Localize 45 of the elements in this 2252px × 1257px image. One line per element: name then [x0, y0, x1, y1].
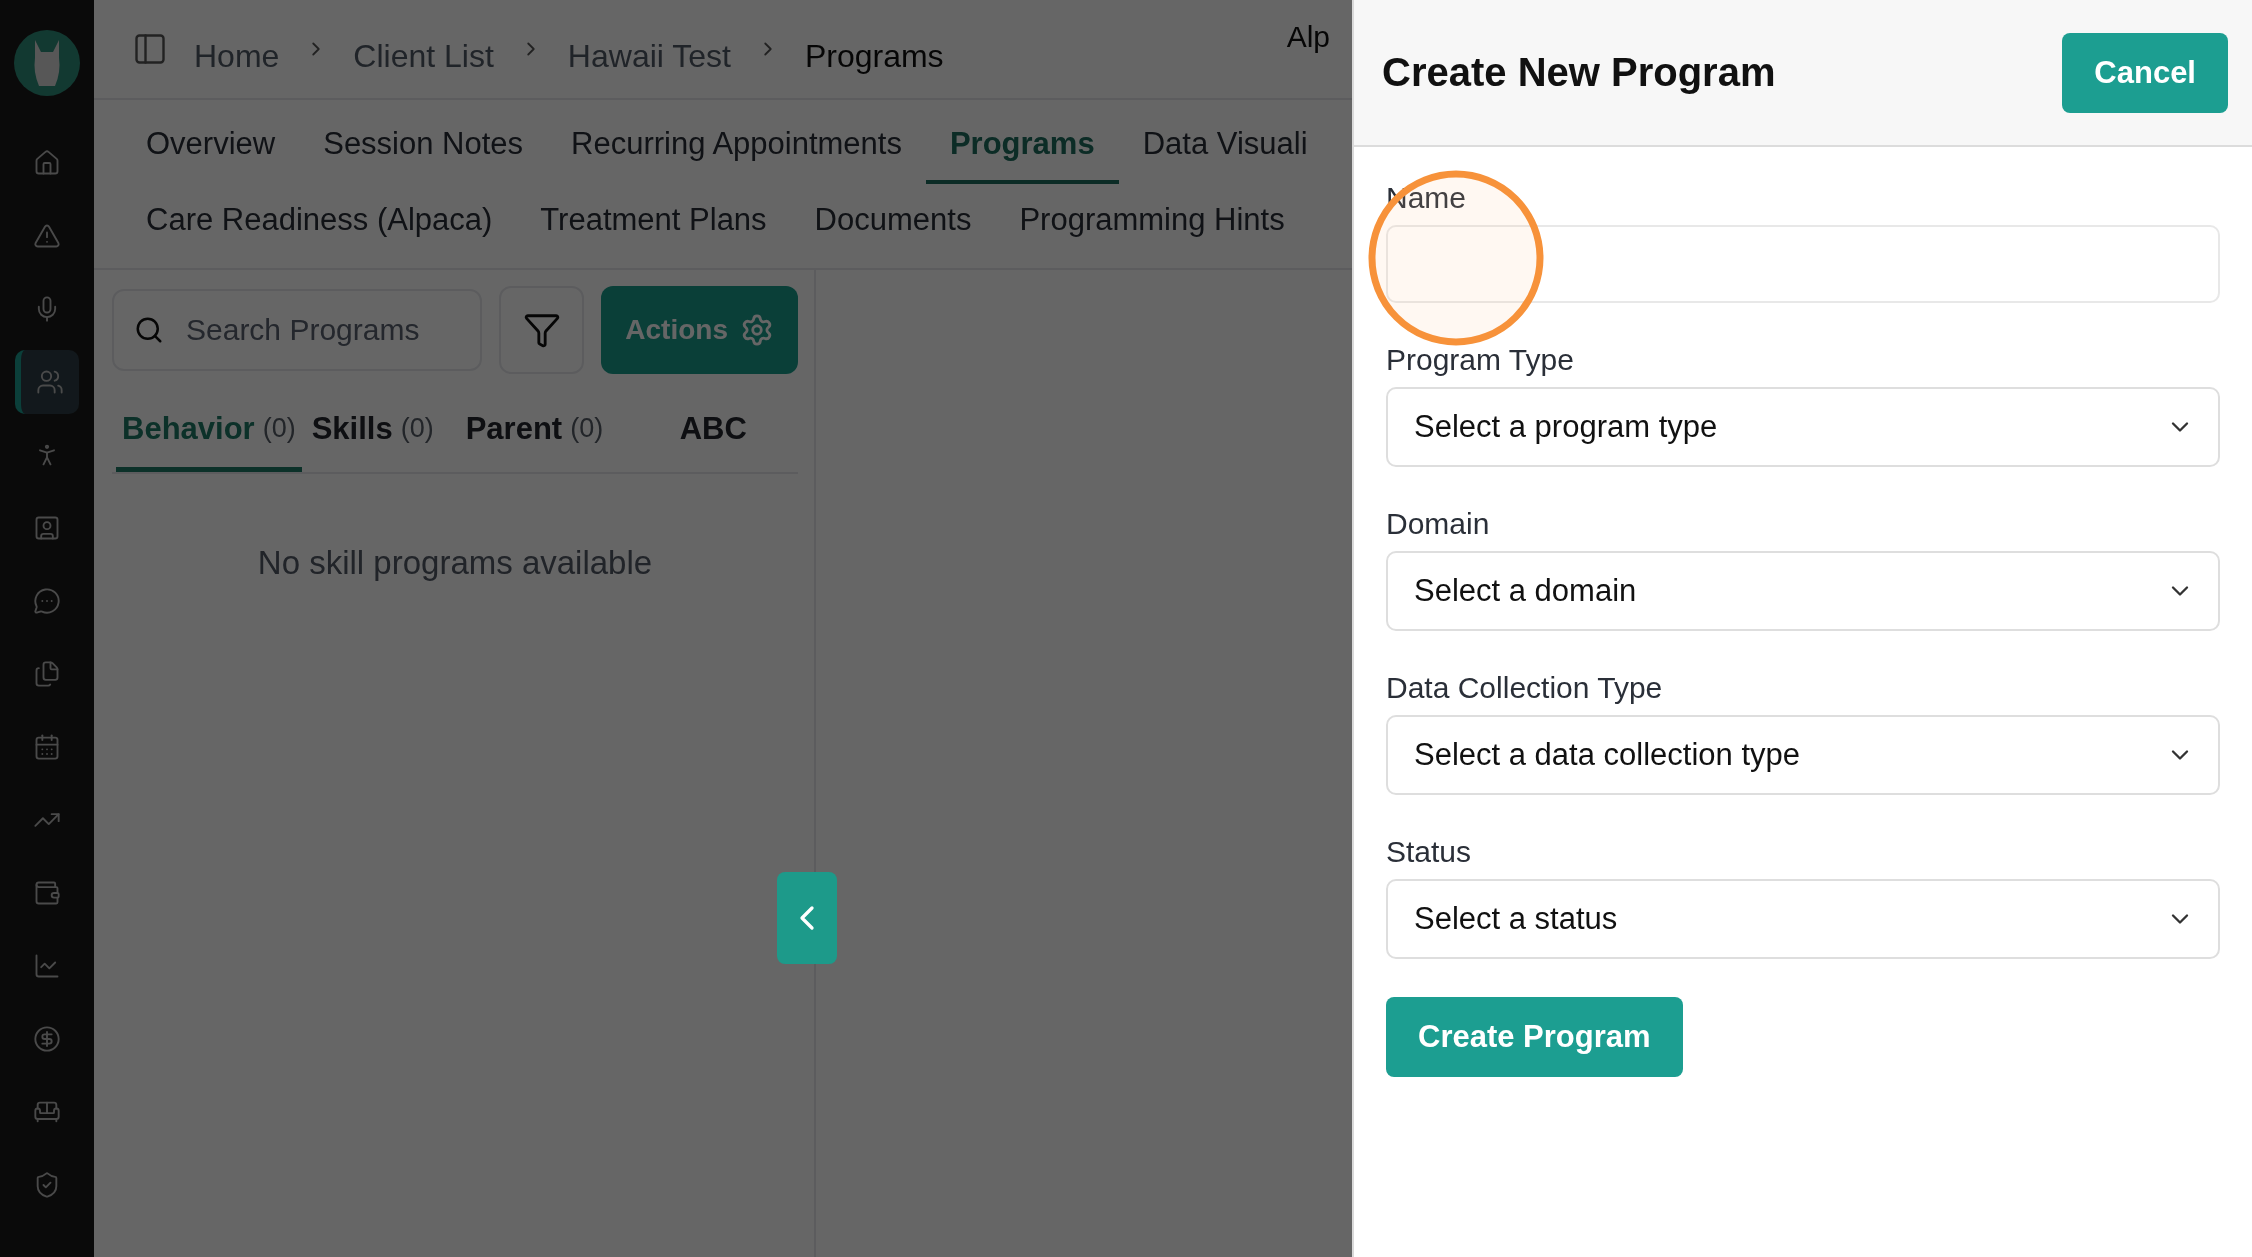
- tab[interactable]: Overview: [122, 108, 300, 184]
- files-icon: [33, 659, 61, 688]
- breadcrumb-link[interactable]: Client List: [353, 37, 494, 75]
- breadcrumb-link[interactable]: Home: [194, 37, 280, 75]
- home-icon: [33, 148, 61, 177]
- sidebar-toggle-icon[interactable]: [132, 31, 168, 67]
- create-program-button[interactable]: Create Program: [1386, 997, 1683, 1077]
- search-field[interactable]: Search Programs: [112, 289, 482, 371]
- tab[interactable]: Treatment Plans: [516, 184, 791, 260]
- program-tab[interactable]: ABC: [673, 390, 753, 472]
- program-tab[interactable]: Behavior (0): [116, 390, 302, 472]
- breadcrumb-link[interactable]: Programs: [804, 37, 944, 75]
- select-field[interactable]: Select a status: [1386, 879, 2220, 959]
- select-field[interactable]: Select a data collection type: [1386, 715, 2220, 795]
- cancel-button[interactable]: Cancel: [2062, 32, 2228, 113]
- calendar-icon: [33, 732, 61, 761]
- drawer-title: Create New Program: [1382, 50, 1776, 95]
- header-text: Alp: [1286, 20, 1330, 54]
- input-field[interactable]: [1386, 225, 2220, 303]
- select-field[interactable]: Select a program type: [1386, 387, 2220, 467]
- filter-button[interactable]: [499, 286, 585, 374]
- tab[interactable]: Recurring Appointments: [547, 108, 926, 184]
- field-label: Data Collection Type: [1386, 671, 1664, 705]
- collapse-button[interactable]: [777, 872, 837, 964]
- tab[interactable]: Session Notes: [299, 108, 548, 184]
- filter-icon: [522, 311, 561, 349]
- select-field[interactable]: Select a domain: [1386, 551, 2220, 631]
- actions-button[interactable]: Actions: [601, 286, 798, 374]
- program-tab[interactable]: Skills (0): [305, 390, 456, 472]
- tab[interactable]: Care Readiness (Alpaca): [122, 184, 517, 260]
- tab[interactable]: Programming Hints: [995, 184, 1309, 260]
- chat-icon: [33, 586, 61, 615]
- program-tab[interactable]: Parent (0): [459, 390, 660, 472]
- sidebar-item[interactable]: [15, 349, 79, 414]
- field-label: Program Type: [1386, 343, 1575, 377]
- breadcrumb-link[interactable]: Hawaii Test: [567, 37, 731, 75]
- settings-icon: [740, 313, 774, 347]
- dollar-icon: [33, 1024, 61, 1053]
- tab[interactable]: Documents: [790, 184, 996, 260]
- empty-message: No skill programs available: [256, 544, 654, 582]
- tab[interactable]: Data Visuali: [1118, 108, 1332, 184]
- tab[interactable]: Programs: [925, 108, 1119, 184]
- field-label: Status: [1386, 835, 1473, 869]
- search-icon: [134, 315, 164, 345]
- field-label: Domain: [1386, 507, 1491, 541]
